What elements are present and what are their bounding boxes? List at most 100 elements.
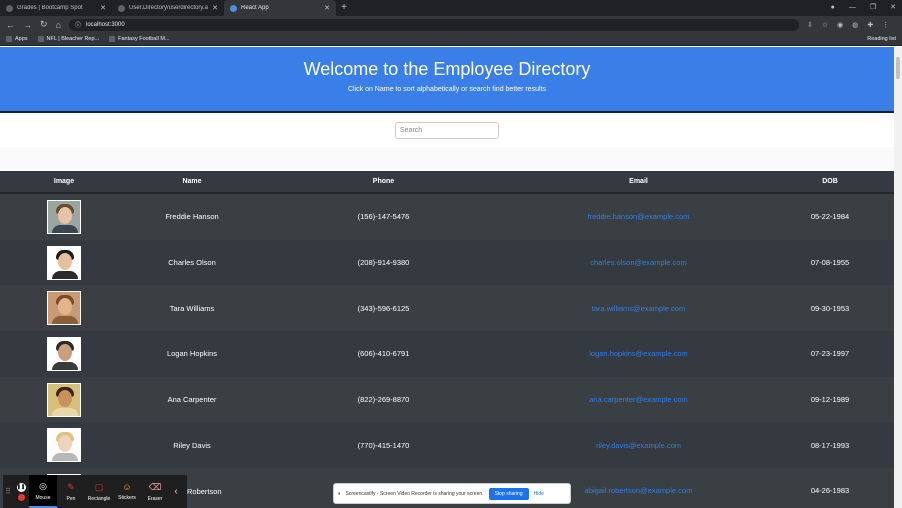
- pen-icon: ✎: [67, 481, 75, 492]
- bookmark-fantasy[interactable]: Fantasy Football M...: [109, 36, 170, 42]
- tool-label: Mouse: [35, 494, 51, 501]
- dob-cell: 07-08-1955: [810, 258, 850, 268]
- dob-cell: 07-23-1997: [810, 349, 850, 359]
- browser-tab-github[interactable]: User.Directory/userdirectory.at ✕: [112, 0, 224, 16]
- collapse-toolbar-icon[interactable]: ‹: [169, 486, 183, 497]
- email-link[interactable]: charles.olson@example.com: [590, 258, 686, 267]
- email-link[interactable]: riley.davis@example.com: [596, 441, 681, 450]
- bleacher-report-icon: [37, 36, 44, 42]
- close-tab-icon[interactable]: ✕: [100, 4, 106, 12]
- email-link[interactable]: abigail.robertson@example.com: [585, 486, 693, 495]
- reload-icon[interactable]: ↻: [40, 19, 48, 30]
- screen-share-notice: ⏸ Screencastify - Screen Video Recorder …: [333, 483, 571, 504]
- email-cell: charles.olson@example.com: [511, 258, 766, 267]
- bookmark-nfl[interactable]: NFL | Bleacher Rep...: [37, 36, 99, 42]
- minimize-icon[interactable]: —: [849, 0, 856, 16]
- drag-handle-icon[interactable]: ⠿: [3, 487, 13, 496]
- email-link[interactable]: ana.carpenter@example.com: [589, 395, 688, 404]
- mouse-icon: ◎: [39, 480, 47, 491]
- table-row: Riley Davis (770)-415-1470 riley.davis@exa…: [0, 422, 894, 469]
- tool-label: Rectangle: [87, 495, 111, 502]
- search-input[interactable]: Search: [395, 122, 499, 139]
- tool-mouse[interactable]: ◎ Mouse: [29, 475, 57, 508]
- scrollbar-thumb[interactable]: [896, 57, 900, 79]
- header-email: Email: [629, 178, 648, 185]
- page-subtitle: Click on Name to sort alphabetically or …: [347, 86, 547, 93]
- github-icon: [118, 4, 125, 12]
- image-cell: [0, 382, 128, 417]
- profile-icon[interactable]: ●: [831, 0, 835, 16]
- image-cell: [0, 336, 128, 371]
- browser-tab-grades[interactable]: Grades | Bootcamp Spot ✕: [0, 0, 112, 16]
- tool-label: Pen: [66, 495, 76, 502]
- close-tab-icon[interactable]: ✕: [324, 4, 330, 12]
- avatar: [47, 245, 81, 280]
- table-row: Tara Williams (343)-596-6125 tara.williams…: [0, 285, 894, 332]
- maximize-icon[interactable]: ❐: [870, 0, 876, 16]
- tab-title: Grades | Bootcamp Spot: [17, 5, 83, 11]
- menu-icon[interactable]: ⋮: [882, 21, 889, 29]
- dob-cell: 08-17-1993: [810, 440, 850, 450]
- phone-cell: (156)-147-5476: [357, 212, 410, 222]
- tool-pen[interactable]: ✎ Pen: [57, 475, 85, 508]
- forward-icon[interactable]: →: [23, 20, 32, 30]
- email-cell: logan.hopkins@example.com: [511, 349, 766, 358]
- bookmark-apps[interactable]: Apps: [6, 36, 28, 42]
- star-icon[interactable]: ☆: [822, 21, 828, 29]
- header-image: Image: [53, 178, 75, 185]
- name-cell: Logan Hopkins: [166, 349, 218, 359]
- dob-cell: 09-12-1989: [810, 395, 850, 405]
- name-cell: Riley Davis: [173, 440, 211, 450]
- close-window-icon[interactable]: ✕: [890, 0, 896, 16]
- tab-title: User.Directory/userdirectory.at: [129, 5, 209, 11]
- browser-tab-react-app[interactable]: React App ✕: [224, 0, 336, 16]
- phone-cell: (208)-914-9380: [357, 258, 410, 268]
- share-message: Screencastify - Screen Video Recorder is…: [345, 490, 484, 497]
- new-tab-icon[interactable]: +: [336, 0, 352, 16]
- tool-label: Eraser: [147, 495, 163, 502]
- name-cell: Ana Carpenter: [167, 395, 217, 405]
- record-icon[interactable]: [17, 493, 25, 501]
- back-icon[interactable]: ←: [6, 20, 15, 30]
- email-link[interactable]: tara.williams@example.com: [592, 304, 685, 313]
- table-row: Charles Olson (208)-914-9380 charles.olson…: [0, 239, 894, 286]
- extension-icon[interactable]: ◉: [837, 21, 843, 29]
- email-link[interactable]: freddie.hanson@example.com: [588, 212, 690, 221]
- email-cell: ana.carpenter@example.com: [511, 395, 766, 404]
- tool-stickers[interactable]: ☺ Stickers: [113, 475, 141, 508]
- email-link[interactable]: logan.hopkins@example.com: [589, 349, 688, 358]
- avatar: [47, 428, 81, 463]
- share-handle-icon: ⏸: [338, 490, 341, 497]
- email-cell: tara.williams@example.com: [511, 304, 766, 313]
- avatar: [47, 199, 81, 234]
- puzzle-icon[interactable]: ✚: [867, 21, 873, 29]
- browser-tab-bar: Grades | Bootcamp Spot ✕ User.Directory/…: [0, 0, 902, 16]
- extension-icons: ⇩ ☆ ◉ ◍ ✚ ⋮: [807, 21, 889, 29]
- phone-cell: (606)-410-6791: [357, 349, 410, 359]
- address-bar[interactable]: ⓘ localhost:3000: [68, 18, 799, 31]
- react-icon: [230, 4, 237, 12]
- sticker-icon: ☺: [122, 482, 132, 492]
- vertical-scrollbar[interactable]: [894, 47, 902, 508]
- extension-icon[interactable]: ◍: [852, 21, 858, 29]
- image-cell: [0, 291, 128, 326]
- table-header: Image Name Phone Email DOB: [0, 171, 894, 194]
- tool-eraser[interactable]: ⌫ Eraser: [141, 475, 169, 508]
- page-content: Welcome to the Employee Directory Click …: [0, 47, 894, 508]
- stop-sharing-button[interactable]: Stop sharing: [488, 487, 529, 500]
- home-icon[interactable]: ⌂: [56, 20, 61, 30]
- close-tab-icon[interactable]: ✕: [212, 4, 218, 12]
- name-cell: Charles Olson: [168, 258, 216, 268]
- dob-cell: 04-26-1983: [810, 486, 850, 496]
- tool-rectangle[interactable]: ▢ Rectangle: [85, 475, 113, 508]
- hide-button[interactable]: Hide: [534, 491, 544, 497]
- header-name-sort[interactable]: Name: [128, 178, 256, 185]
- install-icon[interactable]: ⇩: [807, 21, 813, 29]
- header-phone: Phone: [372, 178, 395, 185]
- apps-grid-icon: [6, 36, 12, 42]
- reading-list[interactable]: Reading list: [867, 33, 896, 46]
- fantasy-football-icon: [109, 36, 116, 42]
- info-icon[interactable]: ⓘ: [75, 20, 81, 29]
- pause-icon[interactable]: ❚❚: [16, 482, 26, 492]
- bookmarks-bar: Apps NFL | Bleacher Rep... Fantasy Footb…: [0, 33, 902, 46]
